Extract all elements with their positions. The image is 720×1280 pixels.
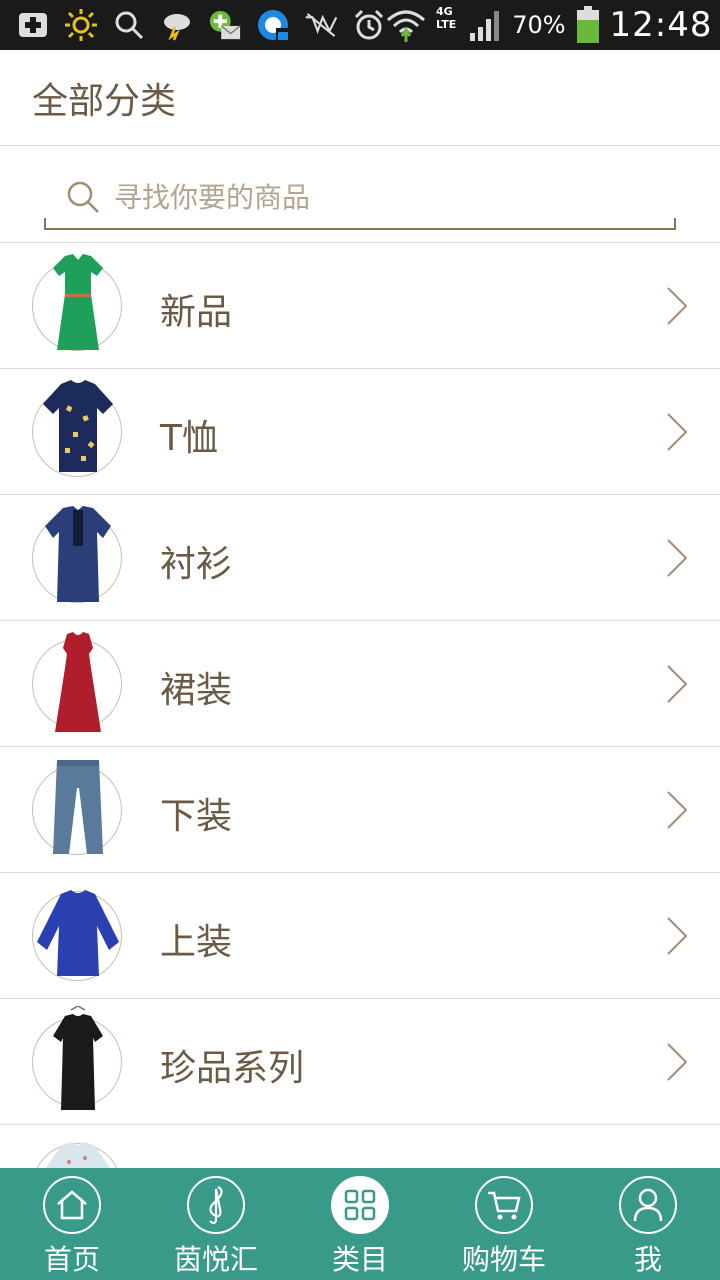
wifi-icon xyxy=(386,8,426,42)
nav-label: 我 xyxy=(633,1243,662,1276)
category-label: 裙装 xyxy=(160,670,233,711)
category-label: 新品 xyxy=(160,292,233,333)
red-dress-image xyxy=(55,632,101,732)
mail-plus-icon xyxy=(208,8,242,42)
chevron-right-icon xyxy=(667,413,688,451)
category-label: 珍品系列 xyxy=(160,1048,305,1089)
nav-me[interactable]: 我 xyxy=(576,1168,720,1280)
nav-community[interactable]: 茵悦汇 xyxy=(144,1168,288,1280)
category-thumbnail xyxy=(32,1006,122,1110)
home-icon xyxy=(43,1176,101,1234)
page-title: 全部分类 xyxy=(32,80,177,122)
alarm-icon xyxy=(352,8,386,42)
chevron-right-icon xyxy=(667,917,688,955)
category-thumbnail xyxy=(32,254,122,351)
nav-categories[interactable]: 类目 xyxy=(288,1168,432,1280)
category-thumbnail xyxy=(32,760,122,855)
bottom-navigation: 首页 茵悦汇 类目 购物车 我 xyxy=(0,1168,720,1280)
nav-label: 茵悦汇 xyxy=(173,1243,258,1276)
navy-tshirt-image xyxy=(43,380,113,472)
nav-label: 类目 xyxy=(331,1243,388,1276)
category-row-new[interactable]: 新品 xyxy=(0,243,720,369)
category-row-dress[interactable]: 裙装 xyxy=(0,621,720,747)
category-label: 下装 xyxy=(160,796,233,837)
category-row-partial[interactable] xyxy=(0,1125,720,1168)
chevron-right-icon xyxy=(667,791,688,829)
battery-icon xyxy=(576,6,600,43)
user-icon xyxy=(619,1176,677,1234)
status-bar-notifications xyxy=(0,8,386,42)
category-thumbnail xyxy=(32,380,122,477)
category-thumbnail xyxy=(32,506,122,603)
category-thumbnail xyxy=(32,1142,122,1168)
category-row-premium[interactable]: 珍品系列 xyxy=(0,999,720,1125)
search-box[interactable] xyxy=(44,166,676,230)
black-dress-image xyxy=(53,1006,103,1110)
clock: 12:48 xyxy=(609,5,713,45)
search-input[interactable] xyxy=(114,180,614,214)
chevron-right-icon xyxy=(667,539,688,577)
chevron-right-icon xyxy=(667,1043,688,1081)
network-type-label: 4G LTE xyxy=(436,5,457,31)
music-note-icon xyxy=(187,1176,245,1234)
jeans-image xyxy=(53,760,103,854)
category-label: T恤 xyxy=(160,418,218,459)
nav-label: 首页 xyxy=(43,1243,100,1276)
light-top-image xyxy=(45,1142,111,1168)
category-label: 衬衫 xyxy=(160,544,233,585)
category-thumbnail xyxy=(32,632,122,732)
status-bar: 4G LTE 70% 12:48 xyxy=(0,0,720,50)
browser-icon xyxy=(256,8,290,42)
sun-icon xyxy=(64,8,98,42)
cart-icon xyxy=(475,1176,533,1234)
no-signal-icon xyxy=(304,8,338,42)
status-bar-system: 4G LTE 70% 12:48 xyxy=(386,5,720,45)
category-row-bottoms[interactable]: 下装 xyxy=(0,747,720,873)
network-4g-lte-icon: 4G LTE xyxy=(436,5,458,45)
battery-percent: 70% xyxy=(512,11,566,39)
nav-label: 购物车 xyxy=(461,1243,546,1276)
green-dress-image xyxy=(53,254,103,350)
search-icon xyxy=(112,8,146,42)
plus-box-icon xyxy=(16,8,50,42)
chevron-right-icon xyxy=(667,665,688,703)
nav-home[interactable]: 首页 xyxy=(0,1168,144,1280)
blue-top-image xyxy=(37,890,119,976)
category-row-tshirt[interactable]: T恤 xyxy=(0,369,720,495)
nav-cart[interactable]: 购物车 xyxy=(432,1168,576,1280)
grid-icon xyxy=(331,1176,389,1234)
signal-icon xyxy=(468,8,502,42)
category-list: 新品 T恤 衬衫 裙装 下装 上装 珍品系列 xyxy=(0,243,720,1168)
search-icon xyxy=(67,181,99,213)
page-header: 全部分类 xyxy=(0,50,720,146)
category-label: 上装 xyxy=(160,922,233,963)
chevron-right-icon xyxy=(667,287,688,325)
category-thumbnail xyxy=(32,890,122,981)
search-bar xyxy=(0,146,720,243)
blue-shirt-image xyxy=(45,506,111,602)
category-row-shirt[interactable]: 衬衫 xyxy=(0,495,720,621)
category-row-tops[interactable]: 上装 xyxy=(0,873,720,999)
weather-icon xyxy=(160,8,194,42)
